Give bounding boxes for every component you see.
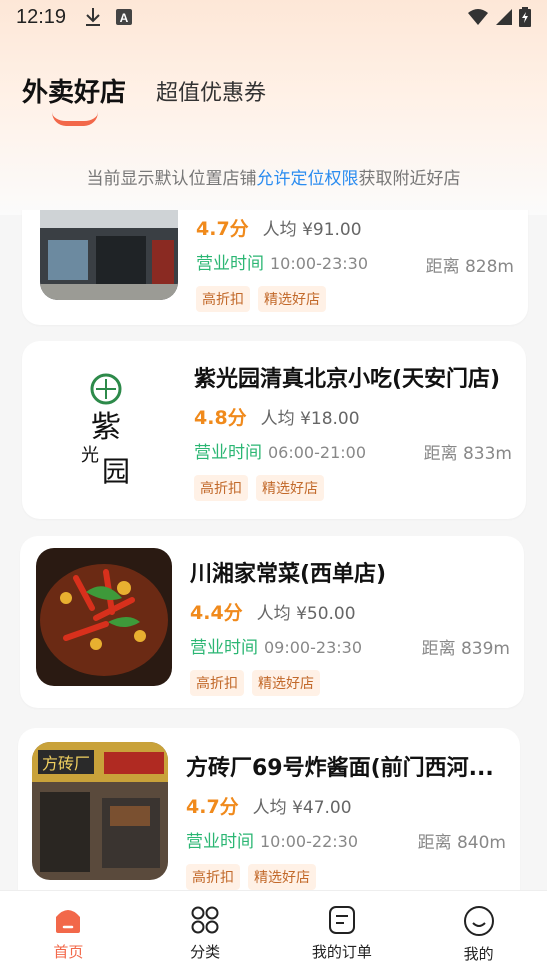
tag-discount: 高折扣 (190, 670, 244, 696)
notice-suffix: 获取附近好店 (358, 169, 461, 189)
shop-avg-price: 人均 ¥91.00 (262, 220, 362, 240)
shop-hours: 09:00-23:30 (264, 638, 362, 657)
signal-icon (495, 8, 513, 26)
shop-avg-price: 人均 ¥50.00 (256, 604, 356, 624)
status-time: 12:19 (16, 5, 67, 28)
shop-info: 紫光园清真北京小吃(天安门店) 4.8分 人均 ¥18.00 营业时间 06:0… (194, 361, 519, 501)
top-tabs: 外卖好店 超值优惠券 (22, 72, 266, 126)
nav-category-label: 分类 (190, 943, 221, 961)
shop-name: 方砖厂69号炸酱面(前门西河... (186, 756, 494, 781)
shop-avg-price: 人均 ¥18.00 (260, 409, 360, 429)
shop-storefront-image (40, 210, 178, 300)
hours-label: 营业时间 (196, 254, 264, 274)
location-notice: 当前显示默认位置店铺允许定位权限获取附近好店 (0, 164, 547, 189)
shop-rating: 4.7分 (186, 796, 239, 818)
a-badge-icon: A (116, 9, 133, 25)
tag-featured: 精选好店 (248, 864, 316, 890)
battery-icon (519, 7, 531, 27)
svg-text:A: A (120, 11, 129, 25)
shop-card[interactable]: 紫 光 园 紫光园清真北京小吃(天安门店) 4.8分 人均 ¥18.00 营业时… (22, 341, 526, 519)
nav-home[interactable]: 首页 (0, 891, 137, 974)
svg-text:光: 光 (81, 445, 99, 466)
hours-label: 营业时间 (190, 638, 258, 658)
shop-name: 紫光园清真北京小吃(天安门店) (194, 367, 501, 392)
shop-card[interactable]: 川湘家常菜(西单店) 4.4分 人均 ¥50.00 营业时间 09:00-23:… (20, 536, 524, 708)
tab-good-shops[interactable]: 外卖好店 (22, 72, 127, 126)
bottom-nav: 首页 分类 我的订单 我的 (0, 890, 547, 974)
shop-name: 川湘家常菜(西单店) (190, 562, 387, 587)
location-permission-link[interactable]: 允许定位权限 (257, 169, 359, 189)
category-grid-icon (190, 905, 220, 935)
status-bar: 12:19 A (0, 0, 547, 34)
shop-logo-image: 紫 光 园 (38, 359, 174, 497)
shop-rating: 4.4分 (190, 602, 243, 624)
download-icon (84, 7, 102, 27)
nav-home-label: 首页 (53, 943, 84, 961)
wifi-icon (467, 8, 489, 26)
tag-featured: 精选好店 (256, 475, 324, 501)
hours-label: 营业时间 (186, 832, 254, 852)
tab-good-shops-label: 外卖好店 (22, 78, 127, 108)
tag-discount: 高折扣 (186, 864, 240, 890)
nav-profile-label: 我的 (463, 945, 494, 963)
shop-storefront-image: 方砖厂 (32, 742, 168, 880)
shop-list: 4.7分 人均 ¥91.00 营业时间 10:00-23:30 高折扣 精选好店… (0, 210, 547, 890)
tag-featured: 精选好店 (258, 286, 326, 312)
tag-discount: 高折扣 (194, 475, 248, 501)
tag-featured: 精选好店 (252, 670, 320, 696)
notice-prefix: 当前显示默认位置店铺 (86, 169, 257, 189)
active-tab-indicator (52, 112, 98, 126)
svg-text:方砖厂: 方砖厂 (42, 754, 90, 773)
tab-coupons[interactable]: 超值优惠券 (156, 75, 266, 109)
home-icon (53, 905, 83, 935)
shop-distance: 距离 828m (425, 257, 514, 277)
shop-hours: 06:00-21:00 (268, 443, 366, 462)
nav-category[interactable]: 分类 (137, 891, 274, 974)
shop-info: 川湘家常菜(西单店) 4.4分 人均 ¥50.00 营业时间 09:00-23:… (190, 556, 515, 696)
shop-card[interactable]: 方砖厂 方砖厂69号炸酱面(前门西河... 4.7分 人均 ¥47.00 营业时… (18, 728, 520, 890)
svg-text:紫: 紫 (91, 410, 121, 445)
shop-distance: 距离 833m (423, 444, 512, 464)
shop-distance: 距离 839m (421, 639, 510, 659)
shop-hours: 10:00-22:30 (260, 832, 358, 851)
shop-card[interactable]: 4.7分 人均 ¥91.00 营业时间 10:00-23:30 高折扣 精选好店… (22, 210, 528, 325)
tag-discount: 高折扣 (196, 286, 250, 312)
shop-distance: 距离 840m (417, 833, 506, 853)
nav-orders-label: 我的订单 (311, 943, 372, 961)
order-icon (327, 905, 357, 935)
nav-profile[interactable]: 我的 (410, 891, 547, 974)
profile-icon (463, 905, 495, 937)
shop-hours: 10:00-23:30 (270, 254, 368, 273)
shop-rating: 4.7分 (196, 218, 249, 240)
shop-info: 方砖厂69号炸酱面(前门西河... 4.7分 人均 ¥47.00 营业时间 10… (186, 750, 511, 890)
hours-label: 营业时间 (194, 443, 262, 463)
nav-orders[interactable]: 我的订单 (274, 891, 411, 974)
shop-avg-price: 人均 ¥47.00 (252, 798, 352, 818)
shop-rating: 4.8分 (194, 407, 247, 429)
shop-dish-image (36, 548, 172, 686)
svg-text:园: 园 (102, 455, 130, 488)
